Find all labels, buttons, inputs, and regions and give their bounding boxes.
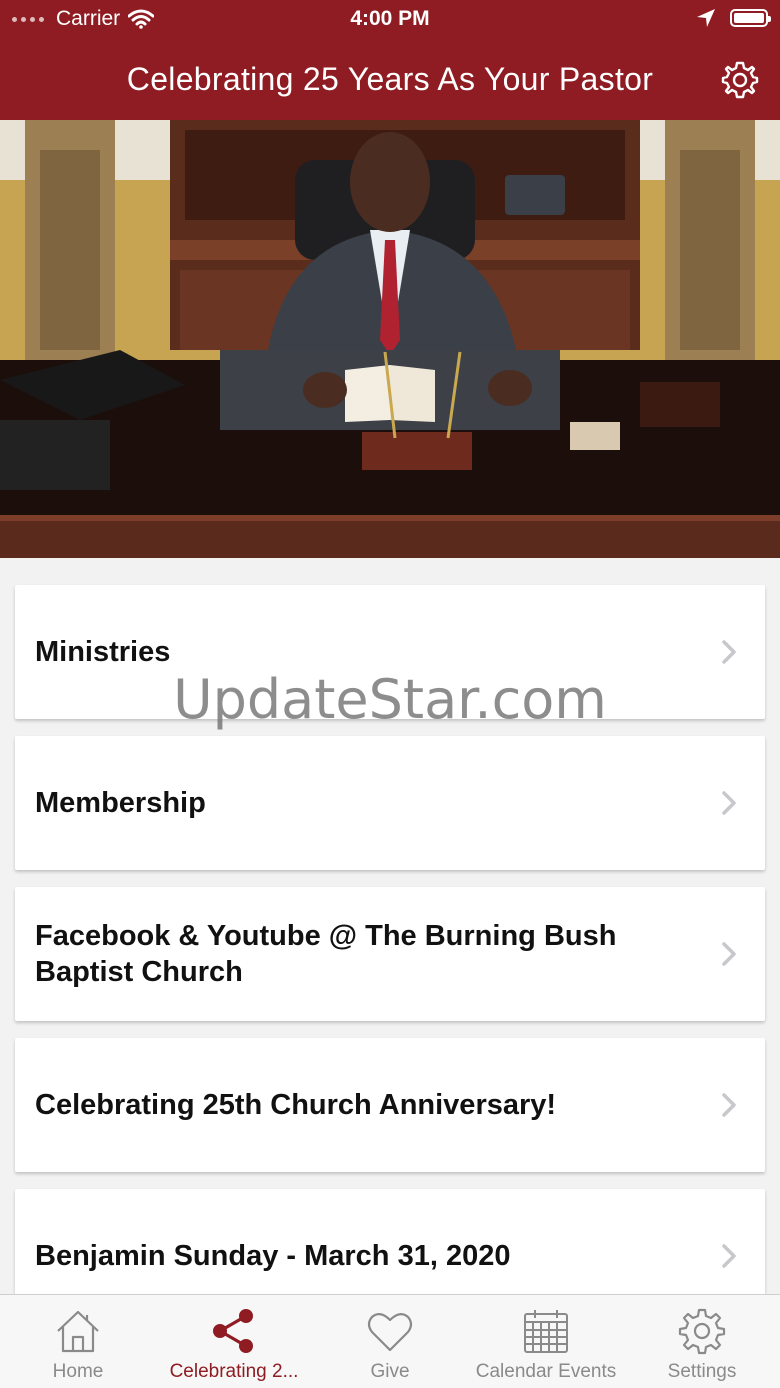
list-item-label: Membership	[35, 787, 206, 819]
gear-icon[interactable]	[720, 60, 760, 100]
location-arrow-icon	[697, 9, 715, 27]
list-item-facebook-youtube[interactable]: Facebook & Youtube @ The Burning Bush Ba…	[15, 887, 765, 1021]
heart-icon	[367, 1313, 413, 1352]
page-title: Celebrating 25 Years As Your Pastor	[126, 61, 654, 97]
tab-label: Give	[370, 1361, 410, 1382]
chevron-right-icon	[722, 1093, 736, 1117]
chevron-right-icon	[722, 942, 736, 966]
chevron-right-icon	[722, 791, 736, 815]
list-item-anniversary[interactable]: Celebrating 25th Church Anniversary!	[15, 1038, 765, 1172]
hero-photo	[0, 120, 780, 558]
tab-label: Home	[52, 1361, 104, 1382]
navigation-bar: Celebrating 25 Years As Your Pastor	[0, 40, 780, 120]
tab-calendar-events[interactable]: Calendar Events	[468, 1295, 624, 1388]
chevron-right-icon	[722, 640, 736, 664]
battery-icon	[730, 9, 771, 27]
chevron-right-icon	[722, 1244, 736, 1268]
list-item-ministries[interactable]: Ministries	[15, 585, 765, 719]
status-right	[696, 8, 771, 28]
tab-bar: Home Celebrating 2... Give Calendar Even…	[0, 1294, 780, 1388]
list-item-label: Ministries	[35, 636, 171, 668]
tab-celebrating[interactable]: Celebrating 2...	[156, 1295, 312, 1388]
gear-icon	[678, 1308, 726, 1355]
calendar-icon	[524, 1310, 568, 1353]
tab-label: Celebrating 2...	[169, 1361, 299, 1382]
tab-label: Settings	[667, 1361, 737, 1382]
list-item-label: Facebook & Youtube @ The Burning Bush Ba…	[35, 920, 617, 988]
share-icon	[213, 1309, 253, 1353]
home-icon	[57, 1310, 99, 1353]
tab-home[interactable]: Home	[0, 1295, 156, 1388]
tab-settings[interactable]: Settings	[624, 1295, 780, 1388]
pastor-photo	[0, 120, 780, 558]
list-item-label: Celebrating 25th Church Anniversary!	[35, 1089, 557, 1121]
status-time: 4:00 PM	[350, 7, 430, 30]
tab-give[interactable]: Give	[312, 1295, 468, 1388]
tab-label: Calendar Events	[475, 1361, 617, 1382]
list-item-label: Benjamin Sunday - March 31, 2020	[35, 1240, 511, 1272]
list-item-membership[interactable]: Membership	[15, 736, 765, 870]
status-bar: Carrier 4:00 PM	[0, 0, 780, 40]
